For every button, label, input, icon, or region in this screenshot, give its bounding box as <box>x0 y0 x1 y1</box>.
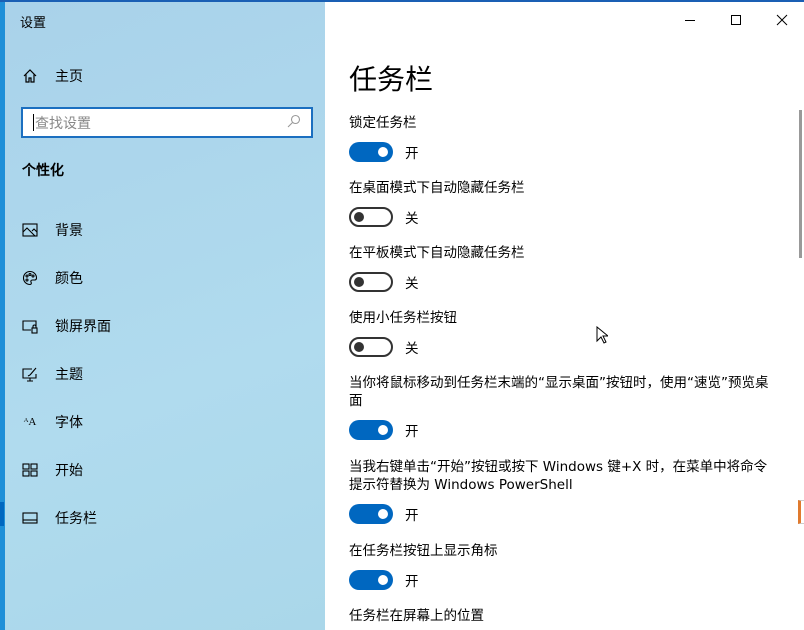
setting-autohide-desktop: 在桌面模式下自动隐藏任务栏 关 <box>349 179 769 227</box>
sidebar-item-fonts[interactable]: ᴬA 字体 <box>22 412 83 432</box>
font-icon: ᴬA <box>22 414 38 430</box>
section-heading: 个性化 <box>22 160 64 180</box>
taskbar-position-heading: 任务栏在屏幕上的位置 <box>349 607 769 625</box>
setting-badges: 在任务栏按钮上显示角标 开 <box>349 542 769 590</box>
toggle-switch[interactable] <box>349 142 393 162</box>
toggle-switch[interactable] <box>349 504 393 524</box>
toggle-switch[interactable] <box>349 420 393 440</box>
toggle-switch[interactable] <box>349 337 393 357</box>
page-title: 任务栏 <box>349 58 433 98</box>
search-placeholder: 查找设置 <box>35 113 91 133</box>
sidebar-item-label: 主题 <box>55 364 83 384</box>
close-button[interactable] <box>775 12 789 26</box>
search-icon[interactable] <box>287 114 301 132</box>
start-icon <box>22 462 38 478</box>
edge-widget <box>798 500 804 524</box>
sidebar-item-themes[interactable]: 主题 <box>22 364 83 384</box>
sidebar-item-label: 字体 <box>55 412 83 432</box>
maximize-button[interactable] <box>729 12 743 26</box>
setting-peek: 当你将鼠标移动到任务栏末端的“显示桌面”按钮时，使用“速览”预览桌面 开 <box>349 374 769 440</box>
app-title: 设置 <box>20 12 46 31</box>
sidebar-item-label: 颜色 <box>55 268 83 288</box>
mouse-cursor-icon <box>596 326 608 348</box>
sidebar-item-lock-screen[interactable]: 锁屏界面 <box>22 316 111 336</box>
setting-autohide-tablet: 在平板模式下自动隐藏任务栏 关 <box>349 244 769 292</box>
sidebar-home-label: 主页 <box>55 66 83 86</box>
setting-powershell: 当我右键单击“开始”按钮或按下 Windows 键+X 时，在菜单中将命令提示符… <box>349 458 769 524</box>
taskbar-icon <box>22 510 38 526</box>
palette-icon <box>22 270 38 286</box>
theme-icon <box>22 366 38 382</box>
sidebar-home[interactable]: 主页 <box>22 66 83 86</box>
sidebar: 设置 主页 查找设置 个性化 背景 颜色 锁屏界面 主题 ᴬA 字体 开始 任务… <box>0 2 325 630</box>
home-icon <box>22 68 38 84</box>
main-content: 任务栏 锁定任务栏 开 在桌面模式下自动隐藏任务栏 关 在平板模式下自动隐藏任务… <box>325 2 804 630</box>
minimize-button[interactable] <box>683 12 697 26</box>
sidebar-item-label: 开始 <box>55 460 83 480</box>
search-input[interactable]: 查找设置 <box>21 107 313 138</box>
selected-indicator <box>0 502 4 526</box>
setting-small-buttons: 使用小任务栏按钮 关 <box>349 309 769 357</box>
sidebar-item-background[interactable]: 背景 <box>22 220 83 240</box>
toggle-switch[interactable] <box>349 207 393 227</box>
toggle-switch[interactable] <box>349 570 393 590</box>
sidebar-item-label: 锁屏界面 <box>55 316 111 336</box>
sidebar-item-label: 背景 <box>55 220 83 240</box>
sidebar-item-taskbar[interactable]: 任务栏 <box>22 508 97 528</box>
toggle-switch[interactable] <box>349 272 393 292</box>
sidebar-item-start[interactable]: 开始 <box>22 460 83 480</box>
scrollbar[interactable] <box>799 110 802 258</box>
lock-screen-icon <box>22 318 38 334</box>
sidebar-item-label: 任务栏 <box>55 508 97 528</box>
sidebar-item-colors[interactable]: 颜色 <box>22 268 83 288</box>
setting-lock-taskbar: 锁定任务栏 开 <box>349 114 769 162</box>
image-icon <box>22 222 38 238</box>
